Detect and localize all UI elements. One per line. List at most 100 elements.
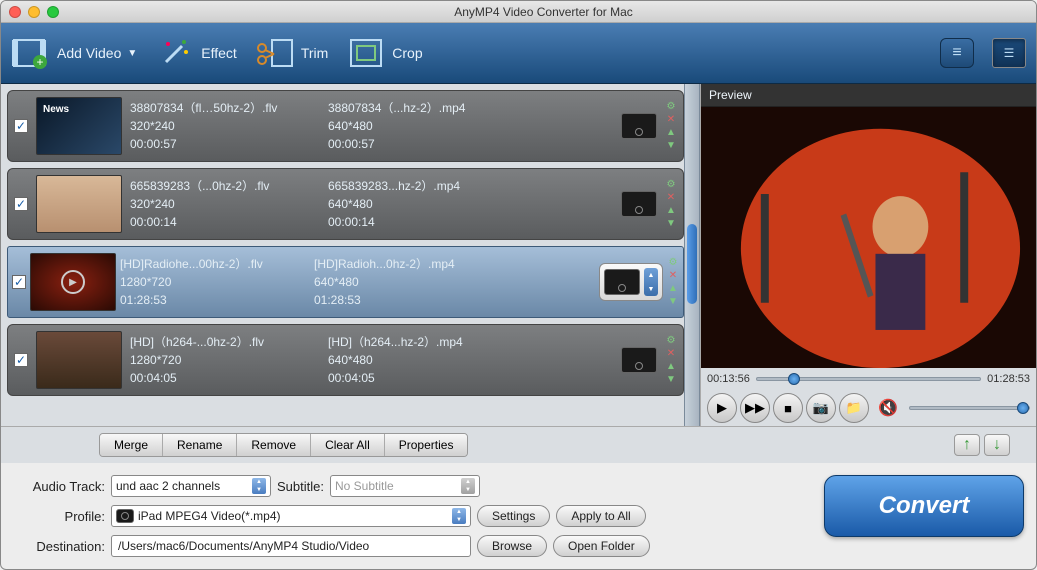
effect-button[interactable]: Effect	[155, 33, 237, 73]
checkbox[interactable]: ✓	[14, 119, 28, 133]
play-button[interactable]: ▶	[707, 393, 737, 423]
stepper-icon[interactable]: ▲▼	[644, 268, 658, 296]
seek-slider[interactable]	[756, 377, 981, 381]
source-info: [HD]（h264-...0hz-2）.flv 1280*720 00:04:0…	[130, 333, 320, 387]
delete-icon[interactable]: ✕	[665, 349, 677, 359]
source-name: 665839283（...0hz-2）.flv	[130, 177, 320, 195]
delete-icon[interactable]: ✕	[667, 271, 679, 281]
row-actions: ⚙ ✕ ▲ ▼	[665, 336, 677, 385]
checkbox[interactable]: ✓	[14, 353, 28, 367]
ipad-icon[interactable]	[621, 347, 657, 373]
table-row[interactable]: ✓ News 38807834（fl…50hz-2）.flv 320*240 0…	[7, 90, 684, 162]
remove-button[interactable]: Remove	[237, 434, 311, 456]
file-list: ✓ News 38807834（fl…50hz-2）.flv 320*240 0…	[1, 84, 684, 426]
move-up-icon[interactable]: ▲	[667, 284, 679, 294]
settings-button[interactable]: Settings	[477, 505, 550, 527]
scrollbar-thumb[interactable]	[687, 224, 697, 304]
convert-button[interactable]: Convert	[824, 475, 1024, 537]
merge-button[interactable]: Merge	[100, 434, 163, 456]
zoom-icon[interactable]	[47, 6, 59, 18]
subtitle-select[interactable]: No Subtitle▲▼	[330, 475, 480, 497]
preview-image	[701, 107, 1036, 368]
gear-icon[interactable]: ⚙	[667, 258, 679, 268]
crop-button[interactable]: Crop	[346, 33, 422, 73]
source-resolution: 320*240	[130, 195, 320, 213]
source-duration: 00:00:57	[130, 135, 320, 153]
move-up-icon[interactable]: ▲	[665, 206, 677, 216]
destination-input[interactable]: /Users/mac6/Documents/AnyMP4 Studio/Vide…	[111, 535, 471, 557]
dropdown-icon: ▲▼	[452, 508, 466, 524]
stop-button[interactable]: ■	[773, 393, 803, 423]
profile-label: Profile:	[13, 509, 105, 524]
forward-button[interactable]: ▶▶	[740, 393, 770, 423]
minimize-icon[interactable]	[28, 6, 40, 18]
clear-all-button[interactable]: Clear All	[311, 434, 385, 456]
move-down-icon[interactable]: ▼	[665, 219, 677, 229]
camera-icon: 📷	[813, 400, 829, 416]
move-down-icon[interactable]: ▼	[667, 297, 679, 307]
move-down-icon[interactable]: ▼	[665, 375, 677, 385]
move-up-icon[interactable]: ▲	[665, 362, 677, 372]
table-row[interactable]: ✓ 665839283（...0hz-2）.flv 320*240 00:00:…	[7, 168, 684, 240]
row-actions: ⚙ ✕ ▲ ▼	[665, 180, 677, 229]
output-duration: 00:04:05	[328, 369, 518, 387]
gear-icon[interactable]: ⚙	[665, 180, 677, 190]
subtitle-value: No Subtitle	[335, 479, 394, 493]
volume-slider[interactable]	[909, 406, 1030, 410]
trim-button[interactable]: Trim	[255, 33, 328, 73]
open-folder-button[interactable]: Open Folder	[553, 535, 650, 557]
wand-icon	[155, 33, 195, 73]
output-info: [HD]Radioh...0hz-2）.mp4 640*480 01:28:53	[314, 255, 504, 309]
delete-icon[interactable]: ✕	[665, 115, 677, 125]
scrollbar[interactable]	[684, 84, 700, 426]
volume-icon[interactable]: 🔇	[878, 398, 898, 418]
source-info: [HD]Radiohe...00hz-2）.flv 1280*720 01:28…	[120, 255, 310, 309]
table-row[interactable]: ✓ ▶ [HD]Radiohe...00hz-2）.flv 1280*720 0…	[7, 246, 684, 318]
add-video-label: Add Video	[57, 45, 121, 61]
move-up-icon[interactable]: ▲	[665, 128, 677, 138]
subtitle-label: Subtitle:	[277, 479, 324, 494]
output-resolution: 640*480	[328, 351, 518, 369]
source-name: 38807834（fl…50hz-2）.flv	[130, 99, 320, 117]
trim-label: Trim	[301, 45, 328, 61]
browse-button[interactable]: Browse	[477, 535, 547, 557]
source-duration: 00:00:14	[130, 213, 320, 231]
ipad-icon[interactable]	[621, 191, 657, 217]
source-resolution: 1280*720	[120, 273, 310, 291]
table-row[interactable]: ✓ [HD]（h264-...0hz-2）.flv 1280*720 00:04…	[7, 324, 684, 396]
dropdown-arrow-icon: ▼	[127, 48, 137, 59]
gear-icon[interactable]: ⚙	[665, 336, 677, 346]
rename-button[interactable]: Rename	[163, 434, 237, 456]
filmstrip-add-icon: +	[11, 33, 51, 73]
close-icon[interactable]	[9, 6, 21, 18]
output-name: 38807834（...hz-2）.mp4	[328, 99, 518, 117]
snapshot-button[interactable]: 📷	[806, 393, 836, 423]
ipad-icon[interactable]	[621, 113, 657, 139]
apply-all-button[interactable]: Apply to All	[556, 505, 645, 527]
reorder-buttons: ↑ ↓	[954, 434, 1010, 456]
profile-select[interactable]: iPad MPEG4 Video(*.mp4)▲▼	[111, 505, 471, 527]
grid-view-button[interactable]: ☰	[992, 38, 1026, 68]
checkbox[interactable]: ✓	[14, 197, 28, 211]
move-down-icon[interactable]: ▼	[665, 141, 677, 151]
move-up-button[interactable]: ↑	[954, 434, 980, 456]
move-down-button[interactable]: ↓	[984, 434, 1010, 456]
list-view-button[interactable]: ≡	[940, 38, 974, 68]
audio-track-select[interactable]: und aac 2 channels▲▼	[111, 475, 271, 497]
ipad-icon	[604, 269, 640, 295]
volume-knob[interactable]	[1017, 402, 1029, 414]
seek-knob[interactable]	[788, 373, 800, 385]
preview-timeline: 00:13:56 01:28:53	[701, 368, 1036, 390]
device-selector[interactable]: ▲▼	[599, 263, 663, 301]
delete-icon[interactable]: ✕	[665, 193, 677, 203]
checkbox[interactable]: ✓	[12, 275, 26, 289]
gear-icon[interactable]: ⚙	[665, 102, 677, 112]
output-name: [HD]Radioh...0hz-2）.mp4	[314, 255, 504, 273]
folder-button[interactable]: 📁	[839, 393, 869, 423]
properties-button[interactable]: Properties	[385, 434, 468, 456]
source-duration: 00:04:05	[130, 369, 320, 387]
play-overlay-icon: ▶	[61, 270, 85, 294]
svg-text:+: +	[36, 55, 43, 69]
add-video-button[interactable]: + Add Video ▼	[11, 33, 137, 73]
source-duration: 01:28:53	[120, 291, 310, 309]
